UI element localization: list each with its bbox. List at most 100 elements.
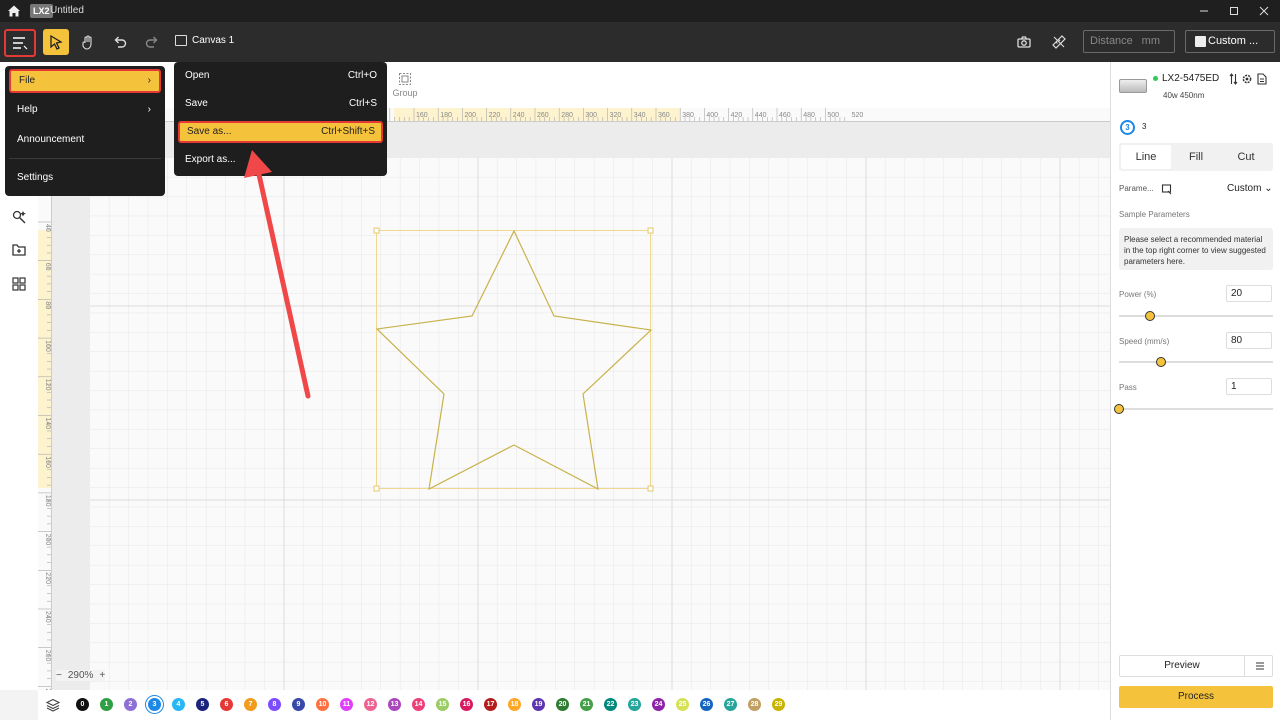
layer-color-14[interactable]: 14 [412, 698, 425, 711]
layer-color-22[interactable]: 22 [604, 698, 617, 711]
layer-color-3[interactable]: 3 [148, 698, 161, 711]
main-menu-button[interactable] [4, 29, 36, 57]
power-slider[interactable] [1119, 311, 1273, 321]
preview-button[interactable]: Preview [1119, 655, 1273, 677]
speed-input[interactable]: 80 [1226, 332, 1272, 349]
layer-color-5[interactable]: 5 [196, 698, 209, 711]
parameter-mode-select[interactable]: Custom ⌄ [1227, 183, 1273, 194]
minimize-icon [1200, 10, 1208, 12]
measure-button[interactable] [1046, 29, 1072, 55]
layer-color-11[interactable]: 11 [340, 698, 353, 711]
close-button[interactable] [1250, 0, 1278, 22]
pass-slider[interactable] [1114, 404, 1273, 414]
layer-color-2[interactable]: 2 [124, 698, 137, 711]
layer-color-1[interactable]: 1 [100, 698, 113, 711]
group-label: Group [392, 88, 418, 98]
device-name[interactable]: LX2-5475ED [1162, 73, 1219, 84]
gear-icon[interactable] [1242, 74, 1252, 84]
redo-button[interactable] [139, 29, 165, 55]
layer-color-20[interactable]: 20 [556, 698, 569, 711]
pan-tool-button[interactable] [75, 29, 101, 55]
ruler-tick-label: 360 [658, 112, 670, 119]
layer-color-0[interactable]: 0 [76, 698, 89, 711]
layer-color-16[interactable]: 16 [460, 698, 473, 711]
pass-slider-thumb[interactable] [1114, 404, 1124, 414]
tab-cut[interactable]: Cut [1221, 145, 1271, 169]
speed-slider[interactable] [1119, 357, 1273, 367]
layer-color-12[interactable]: 12 [364, 698, 377, 711]
select-tool-button[interactable] [43, 29, 69, 55]
layer-color-8[interactable]: 8 [268, 698, 281, 711]
zoom-value: 290% [67, 670, 94, 681]
document-icon[interactable] [1257, 73, 1267, 85]
minimize-button[interactable] [1190, 0, 1218, 22]
parameter-label: Parame... [1119, 184, 1154, 193]
menu-item-help[interactable]: Help › [9, 98, 161, 122]
canvas-selector[interactable]: Canvas 1 [175, 35, 234, 46]
menu-item-file[interactable]: File › [9, 69, 161, 93]
menu-item-save[interactable]: Save Ctrl+S [178, 93, 383, 115]
distance-input[interactable]: Distance mm [1083, 30, 1175, 53]
layer-color-24[interactable]: 24 [652, 698, 665, 711]
power-slider-thumb[interactable] [1144, 311, 1155, 321]
layer-color-25[interactable]: 25 [676, 698, 689, 711]
layer-badge[interactable]: 3 [1120, 120, 1135, 135]
group-button[interactable]: Group [391, 72, 419, 98]
ruler-tick-label: 520 [852, 112, 864, 119]
pass-input[interactable]: 1 [1226, 378, 1272, 395]
tab-line[interactable]: Line [1121, 145, 1171, 169]
menu-item-save-as[interactable]: Save as... Ctrl+Shift+S [178, 121, 383, 143]
import-icon[interactable] [11, 242, 27, 258]
layer-color-6[interactable]: 6 [220, 698, 233, 711]
layer-color-21[interactable]: 21 [580, 698, 593, 711]
apps-icon[interactable] [11, 276, 27, 292]
camera-button[interactable] [1011, 29, 1037, 55]
process-type-tabs: Line Fill Cut [1119, 143, 1273, 171]
sample-parameters-label: Sample Parameters [1119, 210, 1190, 219]
list-icon[interactable] [1255, 661, 1265, 671]
ruler-tick-label: 240 [44, 611, 51, 623]
layer-color-28[interactable]: 28 [748, 698, 761, 711]
layer-color-10[interactable]: 10 [316, 698, 329, 711]
star-shape[interactable] [52, 122, 1110, 690]
right-panel: LX2-5475ED 40w 450nm 3 3 Line Fill Cut P… [1110, 62, 1280, 720]
ruler-tick-label: 340 [634, 112, 646, 119]
layer-color-19[interactable]: 19 [532, 698, 545, 711]
design-canvas[interactable] [52, 122, 1110, 690]
layer-color-18[interactable]: 18 [508, 698, 521, 711]
home-icon[interactable] [6, 3, 22, 19]
ruler-tick-label: 120 [44, 379, 51, 391]
undo-button[interactable] [107, 29, 133, 55]
menu-item-announcement[interactable]: Announcement [9, 128, 161, 152]
zoom-out-button[interactable]: − [56, 670, 62, 681]
menu-item-settings[interactable]: Settings [9, 166, 161, 190]
layer-color-29[interactable]: 29 [772, 698, 785, 711]
speed-slider-thumb[interactable] [1155, 357, 1166, 367]
ruler-tick-label: 460 [779, 112, 791, 119]
layer-color-26[interactable]: 26 [700, 698, 713, 711]
layer-color-9[interactable]: 9 [292, 698, 305, 711]
tab-fill[interactable]: Fill [1171, 145, 1221, 169]
device-profile-select[interactable]: Custom ... [1185, 30, 1275, 53]
layers-icon[interactable] [46, 698, 60, 712]
layer-color-15[interactable]: 15 [436, 698, 449, 711]
sort-icon[interactable] [1229, 73, 1238, 85]
parameter-mode-value: Custom [1227, 183, 1262, 194]
menu-item-open[interactable]: Open Ctrl+O [178, 65, 383, 87]
layer-color-23[interactable]: 23 [628, 698, 641, 711]
ruler-tick-label: 140 [44, 418, 51, 430]
process-button[interactable]: Process [1119, 686, 1273, 708]
layer-color-4[interactable]: 4 [172, 698, 185, 711]
power-input[interactable]: 20 [1226, 285, 1272, 302]
zoom-in-button[interactable]: + [99, 670, 105, 681]
magic-tool-icon[interactable] [11, 209, 27, 225]
ruler-tick-label: 480 [803, 112, 815, 119]
layer-color-7[interactable]: 7 [244, 698, 257, 711]
layer-color-13[interactable]: 13 [388, 698, 401, 711]
parameter-save-icon[interactable] [1161, 183, 1173, 195]
layer-color-17[interactable]: 17 [484, 698, 497, 711]
layer-color-27[interactable]: 27 [724, 698, 737, 711]
ruler-tick-label: 160 [44, 456, 51, 468]
menu-item-export-as[interactable]: Export as... [178, 149, 383, 171]
maximize-button[interactable] [1220, 0, 1248, 22]
